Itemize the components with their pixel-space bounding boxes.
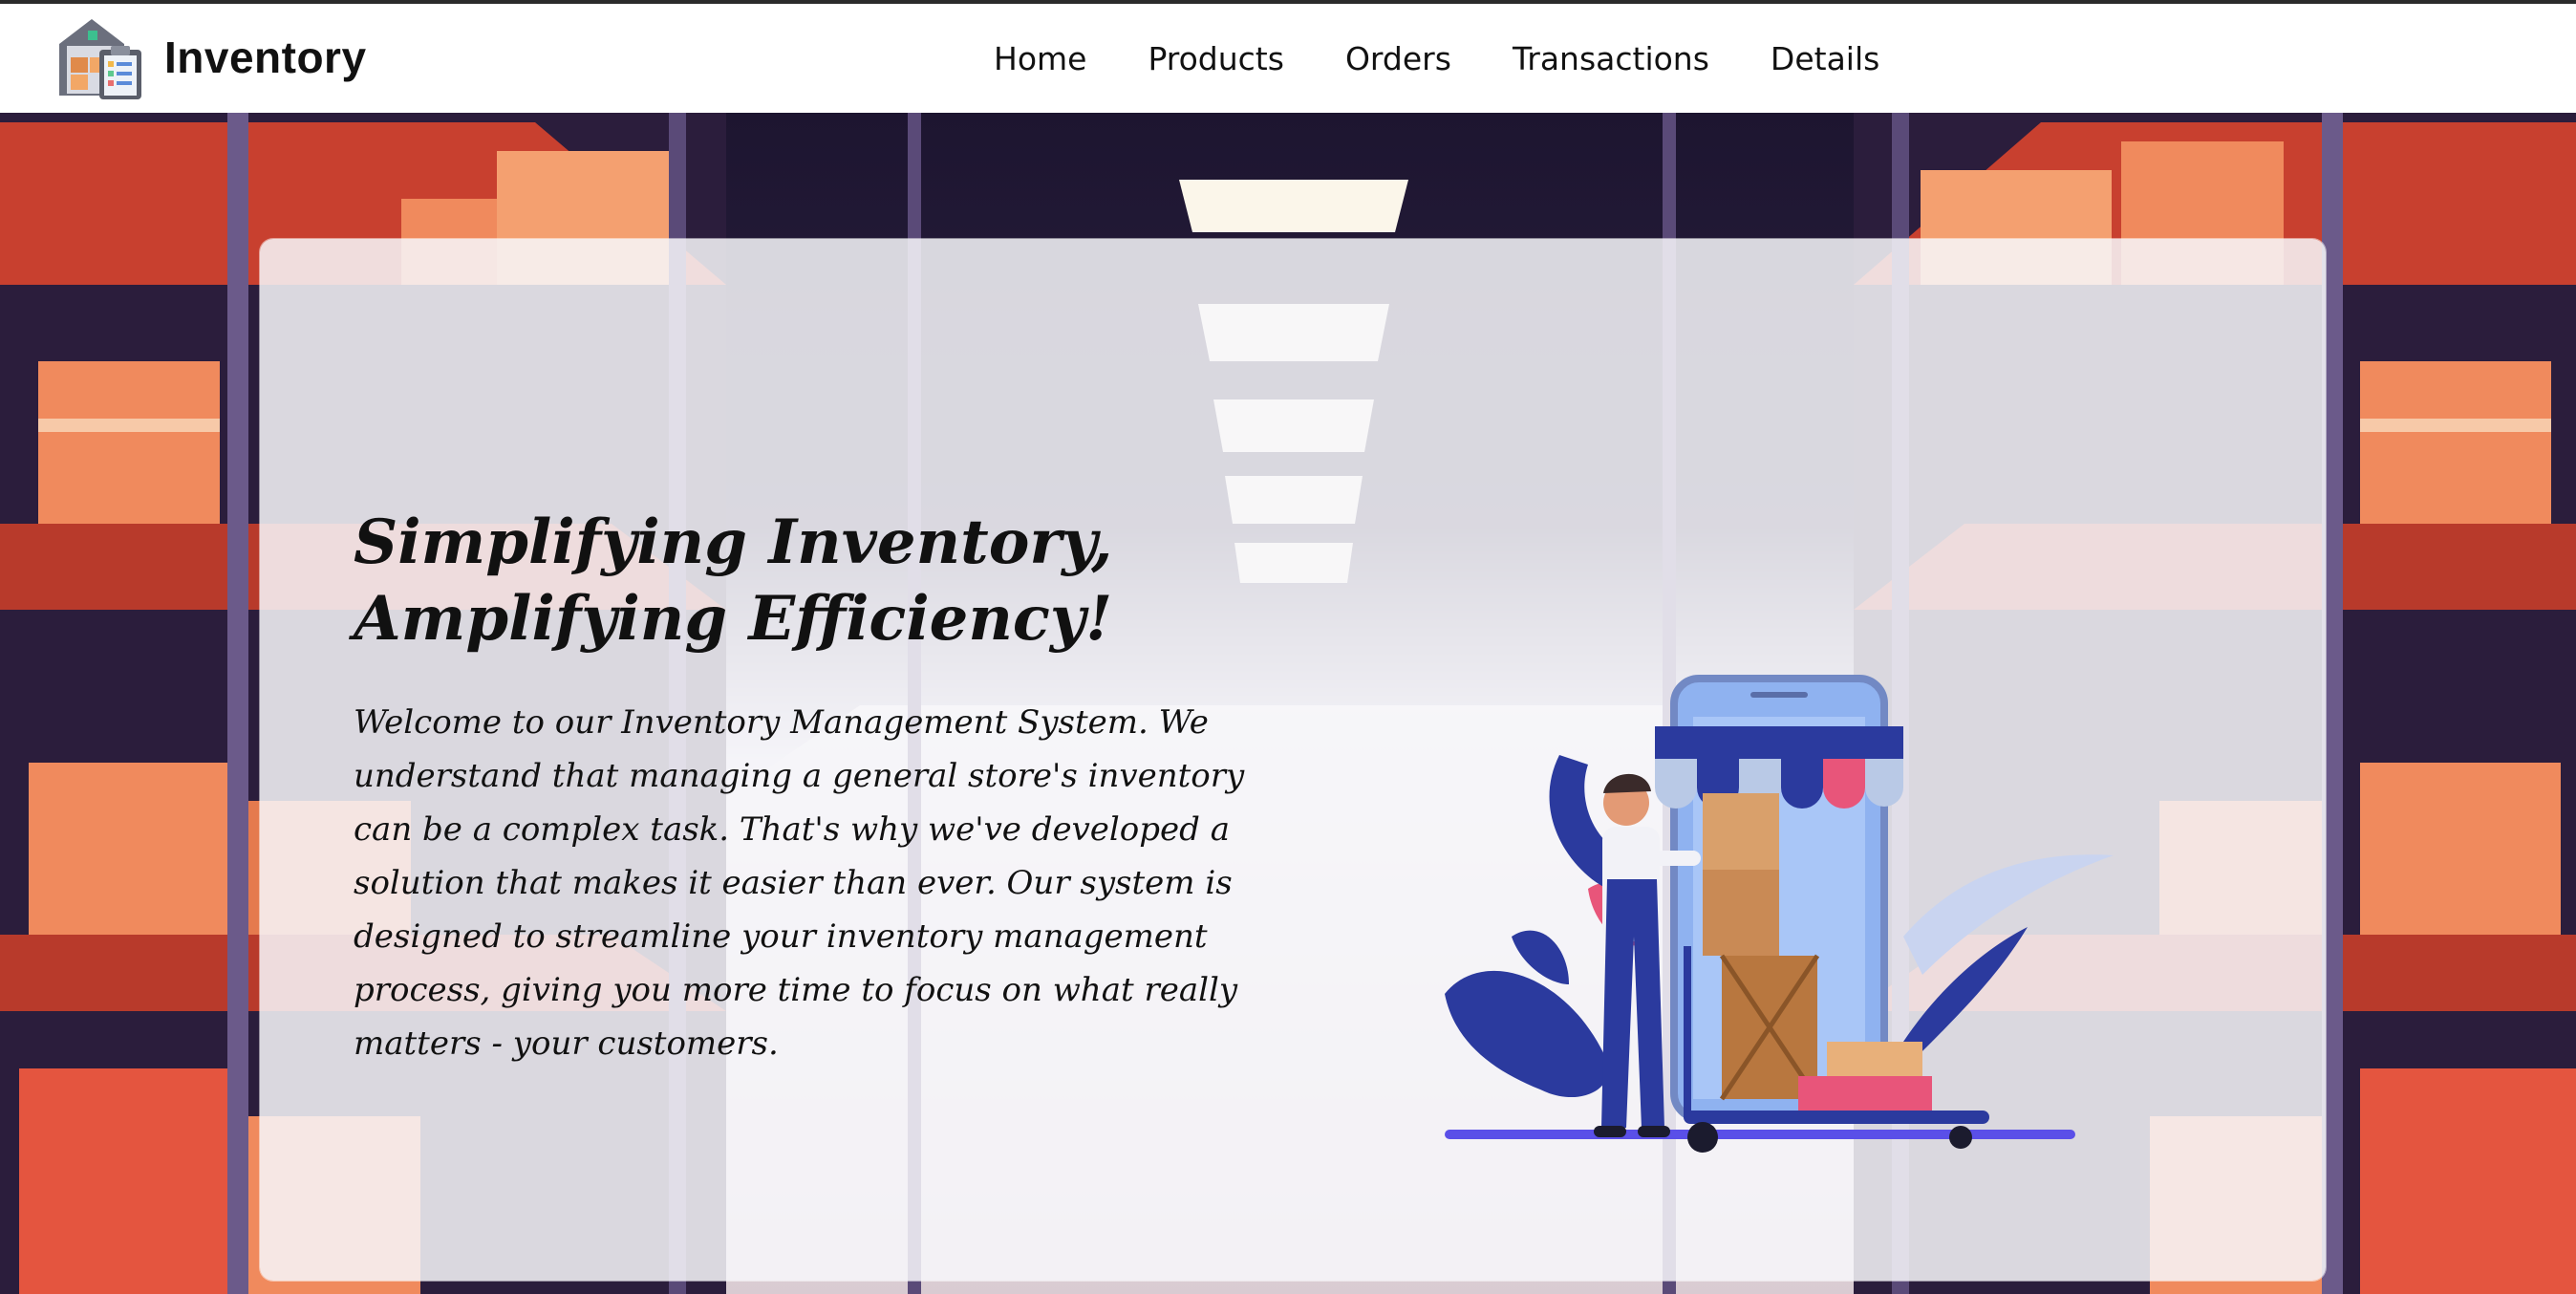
- brand-name: Inventory: [164, 32, 367, 82]
- headline-line-1: Simplifying Inventory,: [354, 507, 1113, 578]
- delivery-worker-illustration: [1445, 675, 2114, 1153]
- brand[interactable]: Inventory: [54, 10, 367, 105]
- nav-transactions[interactable]: Transactions: [1513, 40, 1709, 77]
- nav-orders[interactable]: Orders: [1345, 40, 1451, 77]
- main-nav: Home Products Orders Transactions Detail…: [994, 4, 1941, 113]
- hero-headline: Simplifying Inventory, Amplifying Effici…: [354, 505, 1309, 658]
- nav-home[interactable]: Home: [994, 40, 1086, 77]
- navbar: Inventory Home Products Orders Transacti…: [0, 4, 2576, 113]
- nav-details[interactable]: Details: [1771, 40, 1879, 77]
- nav-products[interactable]: Products: [1148, 40, 1284, 77]
- hero-card: Simplifying Inventory, Amplifying Effici…: [260, 239, 2326, 1281]
- headline-line-2: Amplifying Efficiency!: [354, 583, 1113, 655]
- hero-section: Simplifying Inventory, Amplifying Effici…: [0, 113, 2576, 1294]
- warehouse-clipboard-icon: [59, 19, 141, 99]
- hero-intro: Welcome to our Inventory Management Syst…: [354, 703, 1245, 1063]
